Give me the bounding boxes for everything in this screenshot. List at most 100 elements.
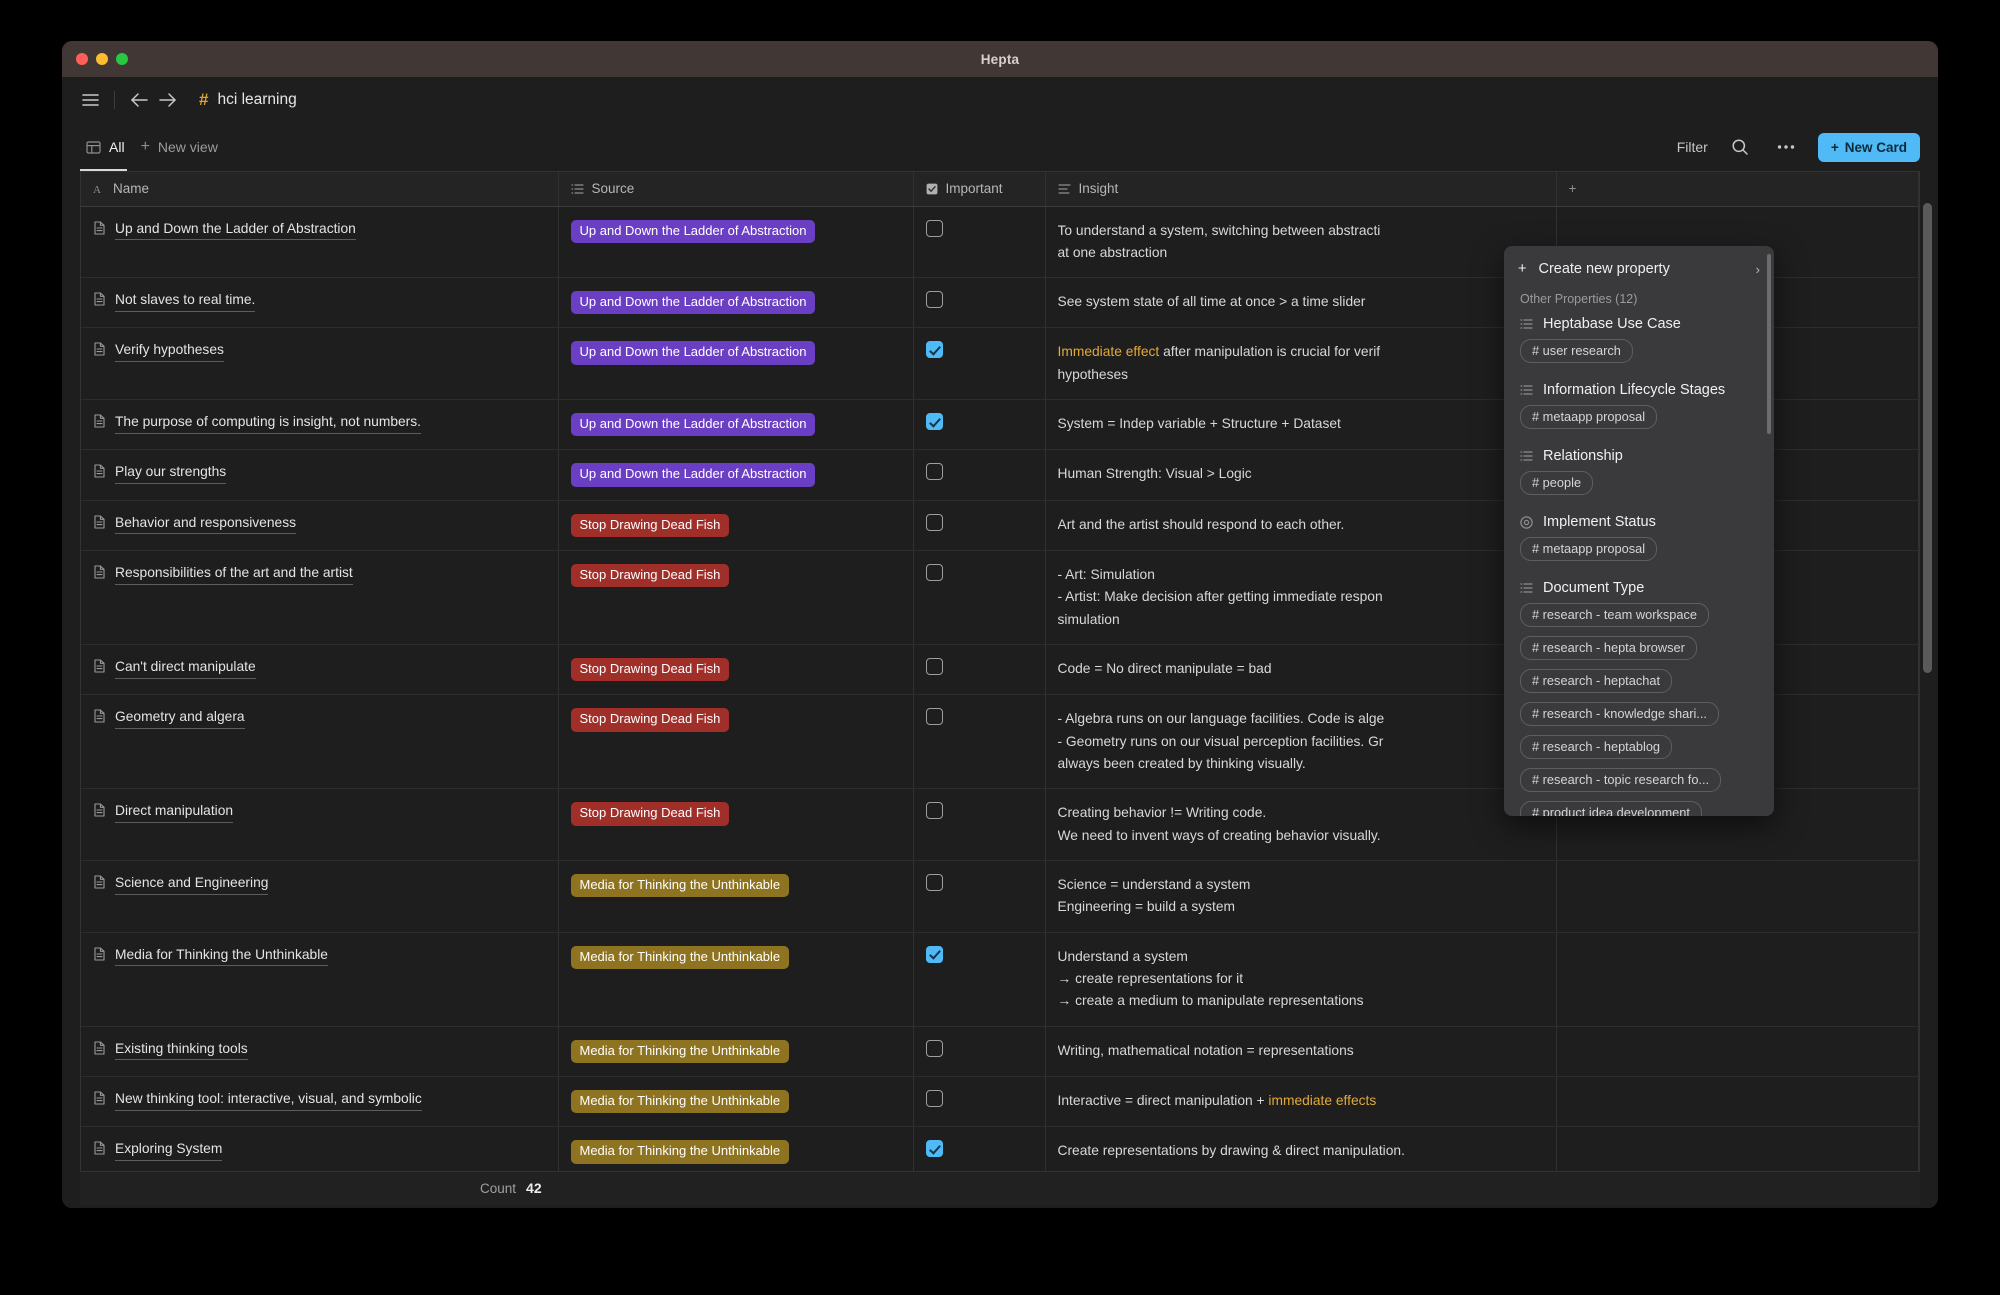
- cell-name[interactable]: The purpose of computing is insight, not…: [81, 400, 558, 450]
- important-checkbox[interactable]: [926, 564, 943, 581]
- property-item[interactable]: Relationship: [1504, 442, 1774, 467]
- cell-name[interactable]: Not slaves to real time.: [81, 278, 558, 328]
- cell-source[interactable]: Stop Drawing Dead Fish: [558, 500, 913, 550]
- cell-important[interactable]: [913, 551, 1045, 645]
- tab-all[interactable]: All: [80, 123, 135, 171]
- property-chip[interactable]: # research - team workspace: [1520, 603, 1709, 627]
- property-chip[interactable]: # product idea development: [1520, 801, 1702, 816]
- property-chip[interactable]: # metaapp proposal: [1520, 405, 1657, 429]
- cell-important[interactable]: [913, 1127, 1045, 1171]
- cell-name[interactable]: New thinking tool: interactive, visual, …: [81, 1077, 558, 1127]
- cell-insight[interactable]: Human Strength: Visual > Logic: [1045, 450, 1556, 500]
- arrow-left-icon[interactable]: [125, 86, 153, 114]
- table-row[interactable]: New thinking tool: interactive, visual, …: [81, 1077, 1919, 1127]
- important-checkbox[interactable]: [926, 514, 943, 531]
- hamburger-icon[interactable]: [76, 86, 104, 114]
- table-row[interactable]: Existing thinking tools Media for Thinkin…: [81, 1026, 1919, 1076]
- cell-name[interactable]: Media for Thinking the Unthinkable: [81, 932, 558, 1026]
- source-tag[interactable]: Stop Drawing Dead Fish: [571, 802, 730, 825]
- important-checkbox[interactable]: [926, 220, 943, 237]
- search-icon[interactable]: [1726, 133, 1754, 161]
- cell-important[interactable]: [913, 645, 1045, 695]
- create-new-property-button[interactable]: + Create new property ›: [1504, 254, 1774, 286]
- column-header-name[interactable]: A Name: [81, 172, 558, 206]
- important-checkbox[interactable]: [926, 463, 943, 480]
- cell-source[interactable]: Stop Drawing Dead Fish: [558, 551, 913, 645]
- ellipsis-icon[interactable]: [1772, 133, 1800, 161]
- vertical-scrollbar[interactable]: [1923, 203, 1932, 673]
- cell-important[interactable]: [913, 500, 1045, 550]
- important-checkbox[interactable]: [926, 291, 943, 308]
- cell-insight[interactable]: System = Indep variable + Structure + Da…: [1045, 400, 1556, 450]
- cell-source[interactable]: Media for Thinking the Unthinkable: [558, 1077, 913, 1127]
- table-row[interactable]: Exploring SystemMedia for Thinking the U…: [81, 1127, 1919, 1171]
- cell-source[interactable]: Up and Down the Ladder of Abstraction: [558, 450, 913, 500]
- cell-name[interactable]: Up and Down the Ladder of Abstraction: [81, 206, 558, 278]
- table-row[interactable]: Science and Engineering Media for Thinkin…: [81, 861, 1919, 933]
- source-tag[interactable]: Media for Thinking the Unthinkable: [571, 1040, 790, 1063]
- property-chip[interactable]: # user research: [1520, 339, 1633, 363]
- source-tag[interactable]: Stop Drawing Dead Fish: [571, 564, 730, 587]
- cell-insight[interactable]: See system state of all time at once > a…: [1045, 278, 1556, 328]
- property-chip[interactable]: # metaapp proposal: [1520, 537, 1657, 561]
- column-header-source[interactable]: Source: [558, 172, 913, 206]
- source-tag[interactable]: Media for Thinking the Unthinkable: [571, 946, 790, 969]
- cell-name[interactable]: Responsibilities of the art and the arti…: [81, 551, 558, 645]
- important-checkbox[interactable]: [926, 413, 943, 430]
- property-item[interactable]: Heptabase Use Case: [1504, 310, 1774, 335]
- cell-name[interactable]: Verify hypotheses: [81, 328, 558, 400]
- property-chip[interactable]: # research - heptablog: [1520, 735, 1672, 759]
- cell-insight[interactable]: Creating behavior != Writing code. We ne…: [1045, 789, 1556, 861]
- cell-source[interactable]: Up and Down the Ladder of Abstraction: [558, 278, 913, 328]
- source-tag[interactable]: Media for Thinking the Unthinkable: [571, 1090, 790, 1113]
- cell-name[interactable]: Exploring System: [81, 1127, 558, 1171]
- property-chip[interactable]: # people: [1520, 471, 1593, 495]
- cell-name[interactable]: Direct manipulation: [81, 789, 558, 861]
- add-column-button[interactable]: +: [1556, 172, 1919, 206]
- cell-source[interactable]: Stop Drawing Dead Fish: [558, 645, 913, 695]
- source-tag[interactable]: Media for Thinking the Unthinkable: [571, 874, 790, 897]
- property-chip[interactable]: # research - hepta browser: [1520, 636, 1697, 660]
- cell-insight[interactable]: Writing, mathematical notation = represe…: [1045, 1026, 1556, 1076]
- property-chip[interactable]: # research - heptachat: [1520, 669, 1672, 693]
- important-checkbox[interactable]: [926, 1090, 943, 1107]
- source-tag[interactable]: Stop Drawing Dead Fish: [571, 708, 730, 731]
- cell-source[interactable]: Up and Down the Ladder of Abstraction: [558, 400, 913, 450]
- important-checkbox[interactable]: [926, 1040, 943, 1057]
- cell-name[interactable]: Can't direct manipulate: [81, 645, 558, 695]
- property-item[interactable]: Information Lifecycle Stages: [1504, 376, 1774, 401]
- cell-insight[interactable]: Art and the artist should respond to eac…: [1045, 500, 1556, 550]
- property-chip[interactable]: # research - topic research fo...: [1520, 768, 1721, 792]
- source-tag[interactable]: Up and Down the Ladder of Abstraction: [571, 463, 816, 486]
- cell-insight[interactable]: - Algebra runs on our language facilitie…: [1045, 695, 1556, 789]
- cell-name[interactable]: Existing thinking tools: [81, 1026, 558, 1076]
- cell-important[interactable]: [913, 400, 1045, 450]
- cell-insight[interactable]: To understand a system, switching betwee…: [1045, 206, 1556, 278]
- important-checkbox[interactable]: [926, 1140, 943, 1157]
- cell-insight[interactable]: Interactive = direct manipulation + imme…: [1045, 1077, 1556, 1127]
- important-checkbox[interactable]: [926, 802, 943, 819]
- important-checkbox[interactable]: [926, 874, 943, 891]
- cell-important[interactable]: [913, 789, 1045, 861]
- cell-important[interactable]: [913, 932, 1045, 1026]
- arrow-right-icon[interactable]: [153, 86, 181, 114]
- cell-source[interactable]: Stop Drawing Dead Fish: [558, 789, 913, 861]
- important-checkbox[interactable]: [926, 658, 943, 675]
- cell-source[interactable]: Media for Thinking the Unthinkable: [558, 932, 913, 1026]
- cell-source[interactable]: Stop Drawing Dead Fish: [558, 695, 913, 789]
- cell-important[interactable]: [913, 206, 1045, 278]
- cell-insight[interactable]: - Art: Simulation - Artist: Make decisio…: [1045, 551, 1556, 645]
- filter-button[interactable]: Filter: [1677, 139, 1708, 155]
- column-header-important[interactable]: Important: [913, 172, 1045, 206]
- source-tag[interactable]: Up and Down the Ladder of Abstraction: [571, 341, 816, 364]
- source-tag[interactable]: Stop Drawing Dead Fish: [571, 658, 730, 681]
- count-summary[interactable]: Count 42: [480, 1180, 542, 1196]
- property-item[interactable]: Document Type: [1504, 574, 1774, 599]
- cell-source[interactable]: Media for Thinking the Unthinkable: [558, 1026, 913, 1076]
- property-item[interactable]: Implement Status: [1504, 508, 1774, 533]
- cell-name[interactable]: Play our strengths: [81, 450, 558, 500]
- cell-name[interactable]: Science and Engineering: [81, 861, 558, 933]
- cell-name[interactable]: Geometry and algera: [81, 695, 558, 789]
- cell-source[interactable]: Media for Thinking the Unthinkable: [558, 1127, 913, 1171]
- table-row[interactable]: Media for Thinking the Unthinkable Media …: [81, 932, 1919, 1026]
